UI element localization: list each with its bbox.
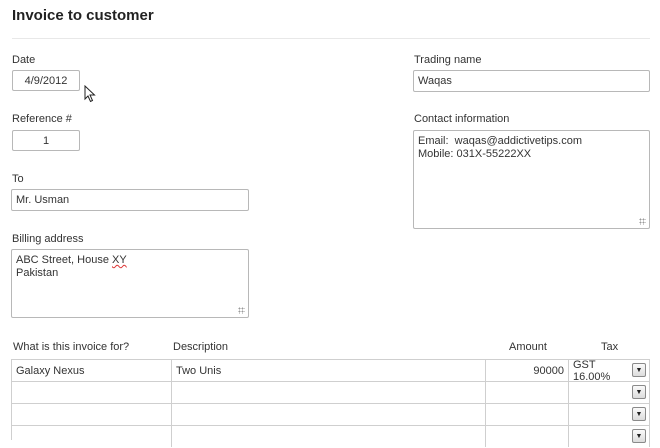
billing-address-label: Billing address xyxy=(12,233,84,245)
cell-amount[interactable] xyxy=(486,404,569,425)
tax-value: GST 16.00% xyxy=(573,358,611,383)
cell-amount[interactable] xyxy=(486,382,569,403)
header-amount: Amount xyxy=(509,341,547,353)
cell-description[interactable] xyxy=(172,426,486,447)
cell-tax[interactable]: ▼ xyxy=(569,382,650,403)
contact-line-mobile: Mobile: 031X-55222XX xyxy=(418,148,532,160)
header-description: Description xyxy=(173,341,229,353)
cell-what[interactable] xyxy=(12,426,172,447)
reference-label: Reference # xyxy=(12,113,72,125)
header-tax: Tax xyxy=(601,341,619,353)
chevron-down-icon[interactable]: ▼ xyxy=(632,363,646,377)
cell-amount[interactable]: 90000 xyxy=(486,360,569,381)
table-row: ▼ xyxy=(12,426,650,448)
chevron-down-icon[interactable]: ▼ xyxy=(632,385,646,399)
chevron-down-icon[interactable]: ▼ xyxy=(632,407,646,421)
table-row: ▼ xyxy=(12,404,650,426)
table-row: ▼ xyxy=(12,382,650,404)
cell-what[interactable]: Galaxy Nexus xyxy=(12,360,172,381)
page-title: Invoice to customer xyxy=(12,7,154,24)
invoice-lines-table: Galaxy Nexus Two Unis 90000 GST 16.00% ▼… xyxy=(11,358,650,447)
billing-address-line-1: ABC Street, House XY xyxy=(16,254,127,266)
date-label: Date xyxy=(12,54,36,66)
billing-address-textarea[interactable]: ABC Street, House XY Pakistan xyxy=(11,249,249,318)
mouse-cursor-icon xyxy=(84,85,96,103)
cell-description[interactable] xyxy=(172,404,486,425)
contact-information-textarea[interactable]: Email: waqas@addictivetips.com Mobile: 0… xyxy=(413,130,650,229)
cell-tax[interactable]: ▼ xyxy=(569,426,650,447)
contact-information-label: Contact information xyxy=(414,113,510,125)
cell-description[interactable]: Two Unis xyxy=(172,360,486,381)
header-what: What is this invoice for? xyxy=(13,341,130,353)
cell-tax[interactable]: GST 16.00% ▼ xyxy=(569,358,650,383)
billing-address-line-2: Pakistan xyxy=(16,267,59,279)
cell-amount[interactable] xyxy=(486,426,569,447)
date-field[interactable]: 4/9/2012 xyxy=(12,70,80,91)
title-divider xyxy=(12,38,650,39)
table-row: Galaxy Nexus Two Unis 90000 GST 16.00% ▼ xyxy=(12,358,650,383)
reference-field[interactable]: 1 xyxy=(12,130,80,151)
cell-tax[interactable]: ▼ xyxy=(569,404,650,425)
resize-grip-icon[interactable] xyxy=(639,218,646,225)
trading-name-label: Trading name xyxy=(414,54,482,66)
contact-line-email: Email: waqas@addictivetips.com xyxy=(418,135,583,147)
chevron-down-icon[interactable]: ▼ xyxy=(632,429,646,443)
cell-description[interactable] xyxy=(172,382,486,403)
to-label: To xyxy=(12,173,24,185)
to-field[interactable]: Mr. Usman xyxy=(11,189,249,211)
trading-name-field[interactable]: Waqas xyxy=(413,70,650,92)
cell-what[interactable] xyxy=(12,404,172,425)
cell-what[interactable] xyxy=(12,382,172,403)
resize-grip-icon[interactable] xyxy=(238,307,245,314)
